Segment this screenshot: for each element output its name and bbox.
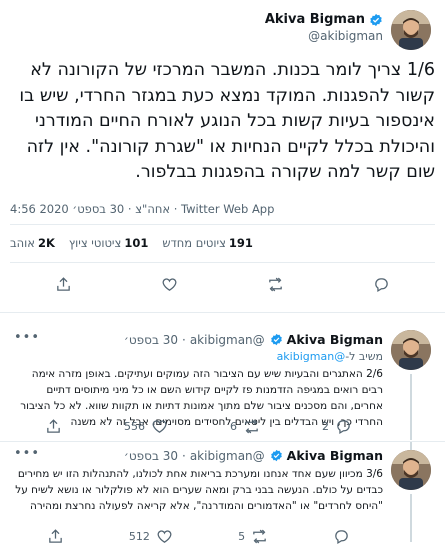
share-icon — [56, 277, 70, 291]
tweet-timestamp[interactable]: 4:56 אחה"צ · 30 בספט׳ 2020 · Twitter Web… — [10, 202, 435, 216]
thread-line — [410, 494, 412, 542]
reply-button[interactable] — [373, 276, 390, 293]
display-name[interactable]: Akiva Bigman — [287, 332, 383, 347]
reply-count: 2 — [322, 420, 329, 433]
heart-icon — [152, 420, 167, 433]
replying-to-link[interactable]: @akibigman — [277, 350, 346, 363]
reply-icon — [337, 420, 350, 435]
retweet-count: 5 — [238, 530, 246, 543]
divider — [0, 312, 445, 313]
reply-header: Akiva Bigman @akibigman · 30 בספט׳ — [123, 448, 383, 463]
tweet-stats: 191ציוטים מחדש 101ציטוטי ציוץ 2Kאוהב — [10, 236, 435, 252]
thread-line — [410, 442, 412, 450]
retweet-button[interactable]: 5 — [238, 528, 268, 545]
reply-tweet[interactable]: Akiva Bigman @akibigman · 30 בספט׳ ••• מ… — [0, 322, 445, 440]
like-button[interactable] — [161, 276, 178, 293]
more-options-icon[interactable]: ••• — [14, 330, 40, 345]
verified-badge-icon — [269, 333, 283, 347]
retweet-count: 6 — [230, 420, 237, 433]
retweet-icon — [253, 529, 266, 544]
display-name[interactable]: Akiva Bigman — [265, 12, 365, 27]
share-button[interactable] — [45, 418, 62, 435]
divider — [10, 224, 435, 225]
retweet-button[interactable] — [267, 276, 284, 293]
like-button[interactable]: 556 — [124, 418, 168, 435]
reply-date[interactable]: 30 בספט׳ — [124, 333, 178, 347]
profile-photo — [391, 450, 431, 490]
avatar[interactable] — [391, 450, 431, 490]
reply-text: 3/6 מכיוון שעם אחד אנחנו ומערכת בריאות א… — [15, 468, 383, 512]
profile-photo — [391, 10, 431, 50]
retweet-icon — [245, 419, 258, 434]
verified-badge-icon — [369, 13, 383, 27]
profile-photo — [391, 330, 431, 370]
share-icon — [48, 529, 62, 543]
retweet-icon — [269, 277, 282, 292]
replying-to: משיב ל-@akibigman — [276, 350, 383, 363]
reply-actions: 556 6 2 — [14, 418, 383, 435]
reply-button[interactable] — [333, 528, 350, 545]
retweets-stat[interactable]: 191ציוטים מחדש — [162, 236, 253, 252]
reply-actions: 512 5 — [14, 528, 383, 545]
like-count: 512 — [128, 530, 150, 543]
reply-button[interactable]: 2 — [322, 418, 352, 435]
author-handle[interactable]: @akibigman — [190, 333, 265, 347]
verified-badge-icon — [269, 449, 283, 463]
reply-icon — [335, 530, 349, 545]
share-button[interactable] — [47, 528, 64, 545]
avatar[interactable] — [391, 330, 431, 370]
share-icon — [47, 419, 60, 433]
retweet-button[interactable]: 6 — [230, 418, 260, 435]
tweet-text: 1/6 צריך לומר בכנות. המשבר המרכזי של הקו… — [19, 60, 435, 182]
author-block: Akiva Bigman @akibigman — [265, 12, 383, 43]
quotes-stat[interactable]: 101ציטוטי ציוץ — [69, 236, 148, 252]
share-button[interactable] — [55, 276, 72, 293]
heart-icon — [162, 278, 177, 291]
reply-header: Akiva Bigman @akibigman · 30 בספט׳ — [123, 332, 383, 347]
reply-icon — [375, 278, 389, 293]
like-count: 556 — [124, 420, 145, 433]
like-button[interactable]: 512 — [129, 528, 173, 545]
tweet-actions — [10, 276, 435, 293]
reply-date[interactable]: 30 בספט׳ — [124, 449, 178, 463]
author-handle[interactable]: @akibigman — [190, 449, 265, 463]
author-handle[interactable]: @akibigman — [265, 29, 383, 43]
likes-stat[interactable]: 2Kאוהב — [10, 236, 55, 252]
more-options-icon[interactable]: ••• — [14, 446, 40, 461]
divider — [10, 262, 435, 263]
display-name[interactable]: Akiva Bigman — [287, 448, 383, 463]
avatar[interactable] — [391, 10, 431, 50]
main-tweet: Akiva Bigman @akibigman 1/6 צריך לומר בכ… — [0, 0, 445, 322]
reply-tweet[interactable]: Akiva Bigman @akibigman · 30 בספט׳ ••• 3… — [0, 442, 445, 545]
heart-icon — [157, 530, 172, 543]
thread-line — [410, 374, 412, 440]
